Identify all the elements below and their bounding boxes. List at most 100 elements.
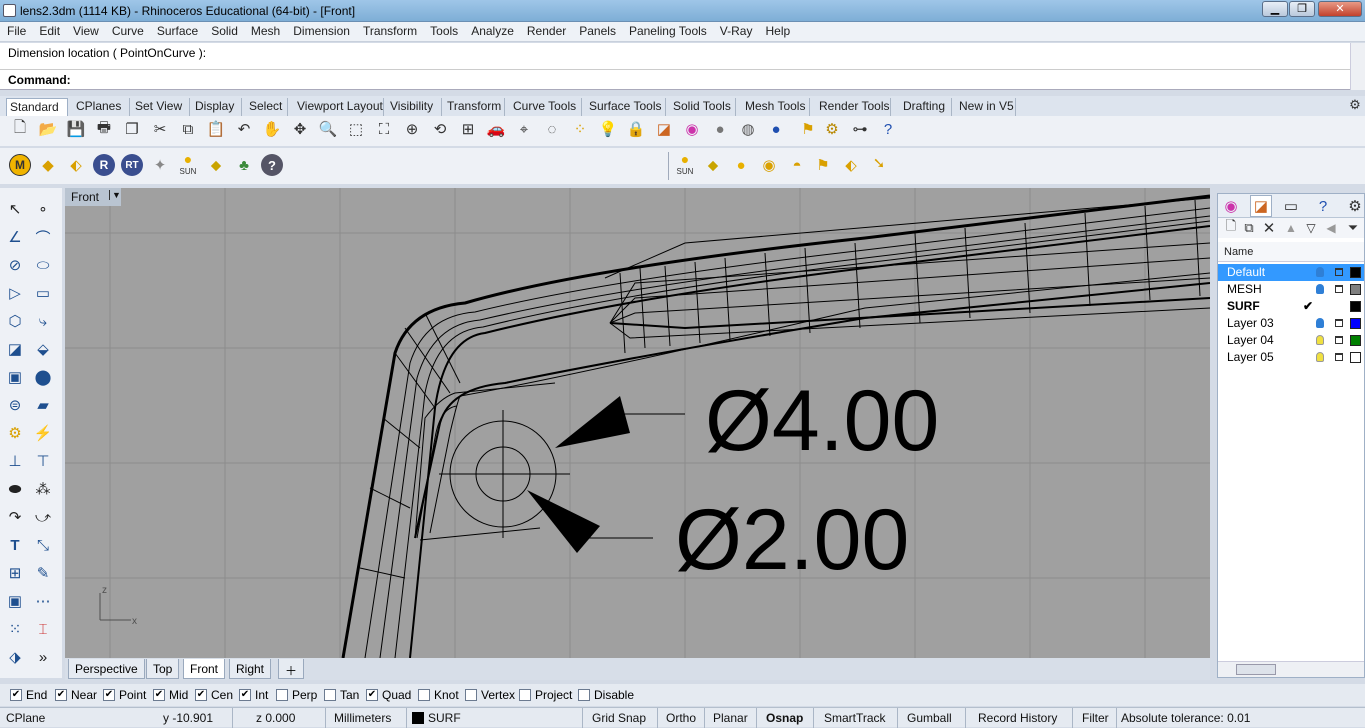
scrollbar-thumb[interactable] [1236,664,1276,675]
tab-mesh-tools[interactable]: Mesh Tools [742,98,810,116]
add-viewport-icon[interactable]: ＋ [278,659,305,679]
zoom-extents-icon[interactable]: ⛶ [373,118,395,140]
directional-light-icon[interactable]: ⚑ [812,154,834,176]
osnap-point[interactable]: ✔ Point [103,688,146,702]
checkbox[interactable]: ✔ [239,689,251,701]
render-sphere-icon[interactable]: ● [709,118,731,140]
osnap-quad[interactable]: ✔ Quad [366,688,411,702]
checkbox[interactable]: ✔ [153,689,165,701]
copy-icon[interactable]: ⧉ [177,118,199,140]
panel-gear-icon[interactable]: ⚙ [1344,195,1365,217]
record-history-toggle[interactable]: Record History [978,711,1057,725]
dimension-text-4[interactable]: Ø4.00 [705,373,939,469]
planar-toggle[interactable]: Planar [713,711,748,725]
menu-help[interactable]: Help [765,22,790,38]
ellipse-icon[interactable]: ⬭ [32,254,54,276]
vray-help-icon[interactable]: ? [261,154,283,176]
properties-icon[interactable]: ❐ [121,118,143,140]
lock-icon[interactable]: 🔒 [625,118,647,140]
material-sphere-icon[interactable]: ● [765,118,787,140]
new-sublayer-icon[interactable]: ⧉ [1238,217,1260,239]
osnap-perp[interactable]: Perp [276,688,317,702]
curve-icon[interactable]: ⌒ [32,226,54,248]
circle-select-icon[interactable]: ◌ [541,118,563,140]
zoom-icon[interactable]: 🔍 [317,118,339,140]
surface-corner-icon[interactable]: ◪ [4,338,26,360]
grid-snap-toggle[interactable]: Grid Snap [592,711,646,725]
light-bulb-icon[interactable] [1316,267,1324,277]
menu-file[interactable]: File [7,22,26,38]
menu-solid[interactable]: Solid [211,22,238,38]
osnap-toggle[interactable]: Osnap [766,711,803,725]
filter-toggle[interactable]: Filter [1082,711,1109,725]
vray-options-icon[interactable]: ◆ [37,154,59,176]
point-light-icon[interactable]: ● [730,154,752,176]
tab-drafting[interactable]: Drafting [900,98,952,116]
circle-icon[interactable]: ⊘ [4,254,26,276]
layer-row-05[interactable]: Layer 05 [1218,349,1364,366]
checkbox[interactable] [519,689,531,701]
points-group-icon[interactable]: ⁂ [32,478,54,500]
close-button[interactable]: ✕ [1318,1,1362,17]
grid-icon[interactable]: ⋯ [32,590,54,612]
help-icon[interactable]: ? [877,118,899,140]
osnap-tan[interactable]: Tan [324,688,359,702]
osnap-knot[interactable]: Knot [418,688,459,702]
boolean-icon[interactable]: ⬬ [4,478,26,500]
pan-icon[interactable]: ✋ [261,118,283,140]
zoom-selected-icon[interactable]: ⊕ [401,118,423,140]
light-bulb-icon[interactable] [1316,284,1324,294]
array-icon[interactable]: ⊞ [4,562,26,584]
checkbox[interactable] [578,689,590,701]
tab-standard[interactable]: Standard [6,98,68,116]
display-tab-icon[interactable]: ▭ [1280,195,1302,217]
light-bulb-icon[interactable]: 💡 [597,118,619,140]
trim-icon[interactable]: ⊥ [4,450,26,472]
layer-color-swatch[interactable] [1350,335,1361,346]
menu-vray[interactable]: V-Ray [720,22,753,38]
gumball-icon[interactable]: ⌶ [32,618,54,640]
tree-icon[interactable]: ⊶ [849,118,871,140]
lock-icon[interactable] [1335,353,1343,361]
light-bulb-icon[interactable] [1316,352,1324,362]
tab-cplanes[interactable]: CPlanes [73,98,130,116]
move-down-icon[interactable]: ▽ [1300,217,1322,239]
zoom-window-icon[interactable]: ⬚ [345,118,367,140]
checkbox[interactable] [465,689,477,701]
new-file-icon[interactable]: 🗋 [9,118,31,140]
osnap-int[interactable]: ✔ Int [239,688,268,702]
plane-icon[interactable]: ▰ [32,394,54,416]
light-bulb-icon[interactable] [1316,335,1324,345]
undo-view-icon[interactable]: ⟲ [429,118,451,140]
menu-surface[interactable]: Surface [157,22,198,38]
more-tools-icon[interactable]: » [32,646,54,668]
cylinder-icon[interactable]: ⊜ [4,394,26,416]
menu-analyze[interactable]: Analyze [471,22,514,38]
color-wheel-icon[interactable]: ◉ [681,118,703,140]
current-layer-check-icon[interactable]: ✔ [1303,299,1313,313]
rotate-view-icon[interactable]: ✥ [289,118,311,140]
minimize-button[interactable]: ▁ [1262,1,1288,17]
lock-icon[interactable] [1335,336,1343,344]
sky-light-icon[interactable]: ⬥ [702,154,724,176]
menu-transform[interactable]: Transform [363,22,417,38]
gumball-toggle[interactable]: Gumball [907,711,952,725]
mesh-box-icon[interactable]: ▣ [4,590,26,612]
smarttrack-toggle[interactable]: SmartTrack [824,711,886,725]
layer-row-04[interactable]: Layer 04 [1218,332,1364,349]
spot-light-icon[interactable]: ◉ [758,154,780,176]
layer-row-03[interactable]: Layer 03 [1218,315,1364,332]
edit-icon[interactable]: ✎ [32,562,54,584]
rotate-icon[interactable]: ⤻ [32,506,54,528]
tab-front[interactable]: Front [183,659,226,679]
menu-render[interactable]: Render [527,22,566,38]
cut-icon[interactable]: ✂ [149,118,171,140]
print-icon[interactable]: 🖶 [93,118,115,140]
dimension-text-2[interactable]: Ø2.00 [675,492,909,588]
checkbox[interactable]: ✔ [55,689,67,701]
cplane-label[interactable]: CPlane [6,711,45,725]
tab-display[interactable]: Display [192,98,242,116]
text-icon[interactable]: T [4,534,26,556]
vray-tree-icon[interactable]: ♣ [233,154,255,176]
menu-tools[interactable]: Tools [430,22,458,38]
